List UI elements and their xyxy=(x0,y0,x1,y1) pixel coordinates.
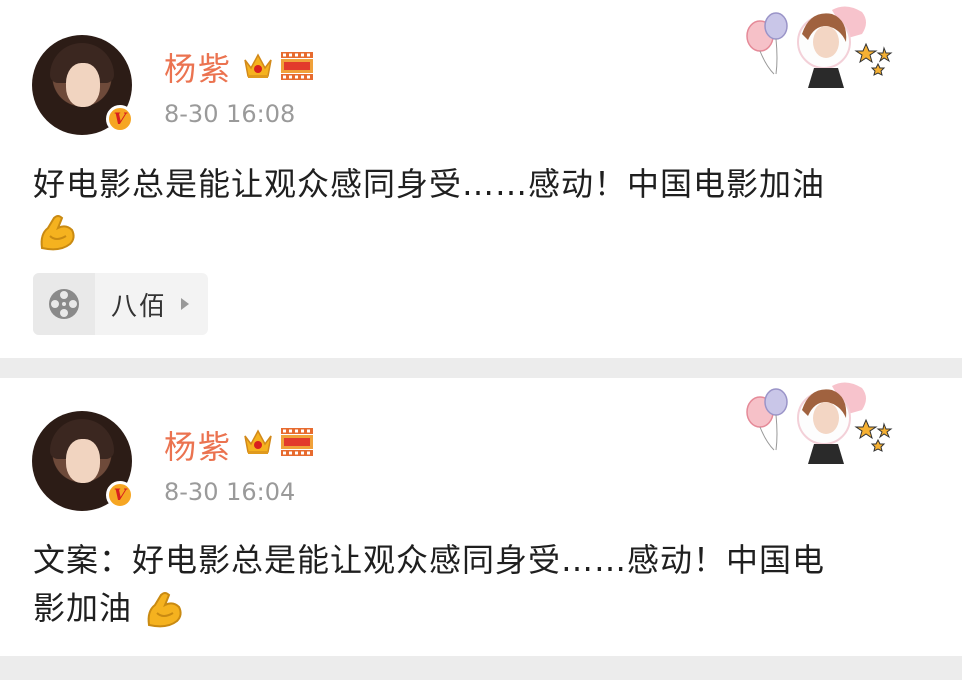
post-text: 文案：好电影总是能让观众感同身受……感动！中国电 xyxy=(33,541,826,579)
username[interactable]: 杨紫 xyxy=(164,44,232,90)
chevron-right-icon xyxy=(181,298,190,310)
topic-chip-label: 八佰 xyxy=(111,291,168,322)
avatar-face xyxy=(66,439,100,483)
flexed-biceps-icon xyxy=(40,215,75,251)
post-content: 文案：好电影总是能让观众感同身受……感动！中国电 影加油 xyxy=(33,536,933,632)
crown-icon xyxy=(244,429,272,454)
username[interactable]: 杨紫 xyxy=(164,422,232,468)
movie-icon xyxy=(281,428,313,456)
avatar[interactable]: V xyxy=(32,35,134,135)
timestamp: 8-30 16:04 xyxy=(164,478,296,506)
card-decoration-sticker xyxy=(746,6,893,88)
film-reel-icon xyxy=(49,289,79,319)
flexed-biceps-icon xyxy=(147,592,182,628)
verified-badge-icon: V xyxy=(106,105,134,133)
topic-chip-movie[interactable]: 八佰 xyxy=(33,273,208,335)
verified-badge-icon: V xyxy=(106,481,134,509)
post-text-continued: 影加油 xyxy=(33,589,133,627)
post-text: 好电影总是能让观众感同身受……感动！中国电影加油 xyxy=(33,165,826,203)
timestamp: 8-30 16:08 xyxy=(164,100,296,128)
weibo-post-2: V 杨紫 8-30 16:04 文案：好电影总是能让观众感同身受……感动！中国电… xyxy=(0,378,962,656)
avatar[interactable]: V xyxy=(32,411,134,511)
avatar-face xyxy=(66,63,100,107)
chip-icon-container xyxy=(33,273,95,335)
crown-icon xyxy=(244,53,272,78)
card-decoration-sticker xyxy=(746,382,893,464)
weibo-post-1: V 杨紫 8-30 16:08 好电影总是能让观众感同身受……感动！中国电影加油… xyxy=(0,0,962,358)
movie-icon xyxy=(281,52,313,80)
post-content: 好电影总是能让观众感同身受……感动！中国电影加油 xyxy=(33,160,933,208)
